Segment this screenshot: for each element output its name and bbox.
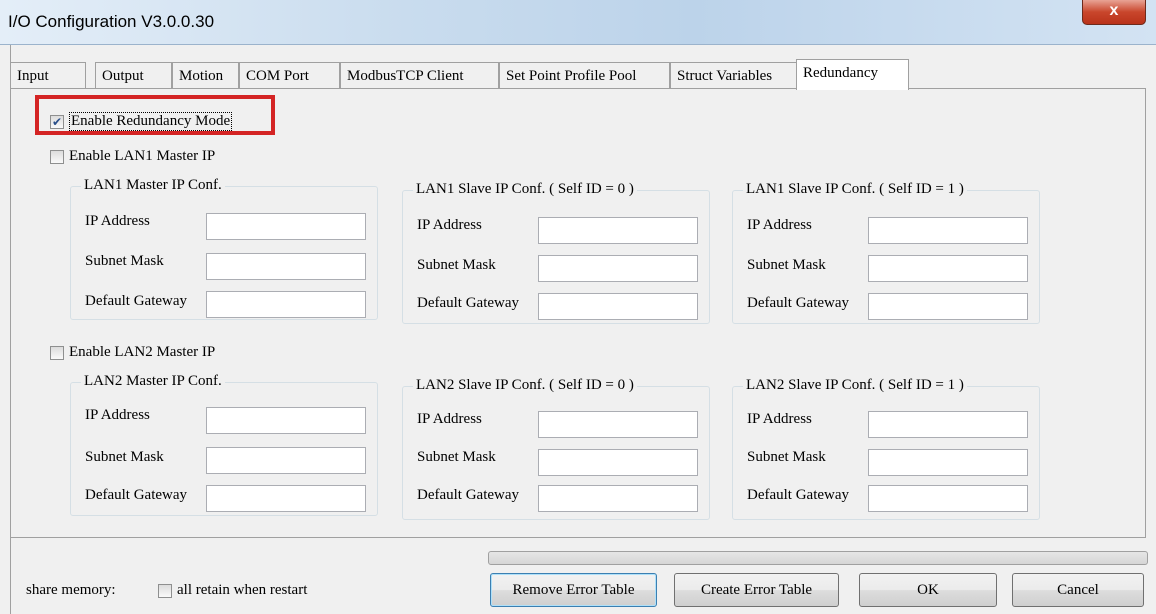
cancel-button[interactable]: Cancel (1012, 573, 1144, 607)
group-title: LAN1 Slave IP Conf. ( Self ID = 1 ) (743, 181, 967, 198)
tab-input[interactable]: Input (10, 62, 86, 88)
lan2-slave-id0-group: LAN2 Slave IP Conf. ( Self ID = 0 ) IP A… (402, 377, 710, 520)
lan1-slave1-default-gateway-input[interactable] (868, 293, 1028, 320)
lan1-slave0-subnet-mask-input[interactable] (538, 255, 698, 282)
lan2-slave-id1-group: LAN2 Slave IP Conf. ( Self ID = 1 ) IP A… (732, 377, 1040, 520)
subnet-mask-label: Subnet Mask (85, 449, 164, 465)
subnet-mask-label: Subnet Mask (747, 449, 826, 465)
lan2-slave0-default-gateway-input[interactable] (538, 485, 698, 512)
ip-address-label: IP Address (417, 411, 482, 427)
tab-label: Struct Variables (677, 68, 773, 84)
tab-label: Input (17, 68, 49, 84)
lan2-master-subnet-mask-input[interactable] (206, 447, 366, 474)
ip-address-label: IP Address (417, 217, 482, 233)
default-gateway-label: Default Gateway (747, 487, 850, 503)
tab-output[interactable]: Output (95, 62, 172, 88)
subnet-mask-label: Subnet Mask (747, 257, 826, 273)
checkbox-box (50, 149, 64, 164)
lan2-master-default-gateway-input[interactable] (206, 485, 366, 512)
ip-address-label: IP Address (747, 411, 812, 427)
tab-modbustcp-client[interactable]: ModbusTCP Client (340, 62, 499, 88)
ip-address-label: IP Address (85, 213, 150, 229)
lan1-slave1-subnet-mask-input[interactable] (868, 255, 1028, 282)
checkbox-label: Enable LAN1 Master IP (69, 148, 216, 164)
lan1-slave-id1-group: LAN1 Slave IP Conf. ( Self ID = 1 ) IP A… (732, 181, 1040, 324)
lan2-slave1-default-gateway-input[interactable] (868, 485, 1028, 512)
checkbox-label: Enable LAN2 Master IP (69, 344, 216, 360)
lan1-master-ip-address-input[interactable] (206, 213, 366, 240)
all-retain-checkbox[interactable]: all retain when restart (158, 582, 307, 599)
lan1-master-subnet-mask-input[interactable] (206, 253, 366, 280)
remove-error-table-button[interactable]: Remove Error Table (490, 573, 657, 607)
checkbox-box: ✔ (50, 114, 64, 129)
close-icon: x (1109, 2, 1119, 19)
ok-button[interactable]: OK (859, 573, 997, 607)
window-title: I/O Configuration V3.0.0.30 (8, 12, 215, 31)
lan1-slave0-ip-address-input[interactable] (538, 217, 698, 244)
group-title: LAN1 Slave IP Conf. ( Self ID = 0 ) (413, 181, 637, 198)
tab-label: Motion (179, 68, 224, 84)
lan2-slave0-ip-address-input[interactable] (538, 411, 698, 438)
button-label: OK (917, 582, 939, 598)
enable-lan2-master-ip-checkbox[interactable]: Enable LAN2 Master IP (50, 344, 215, 361)
group-title: LAN1 Master IP Conf. (81, 177, 225, 194)
tab-com-port[interactable]: COM Port (239, 62, 340, 88)
subnet-mask-label: Subnet Mask (417, 257, 496, 273)
checkbox-label: all retain when restart (177, 582, 308, 598)
group-title: LAN2 Slave IP Conf. ( Self ID = 1 ) (743, 377, 967, 394)
lan1-master-default-gateway-input[interactable] (206, 291, 366, 318)
default-gateway-label: Default Gateway (417, 487, 520, 503)
create-error-table-button[interactable]: Create Error Table (674, 573, 839, 607)
button-label: Remove Error Table (512, 582, 635, 598)
lan1-slave1-ip-address-input[interactable] (868, 217, 1028, 244)
subnet-mask-label: Subnet Mask (85, 253, 164, 269)
ip-address-label: IP Address (747, 217, 812, 233)
group-title: LAN2 Slave IP Conf. ( Self ID = 0 ) (413, 377, 637, 394)
button-label: Create Error Table (700, 582, 813, 598)
button-label: Cancel (1057, 582, 1099, 598)
subnet-mask-label: Subnet Mask (417, 449, 496, 465)
checkbox-label: Enable Redundancy Mode (69, 112, 233, 131)
checkbox-box (50, 345, 64, 360)
lan2-slave0-subnet-mask-input[interactable] (538, 449, 698, 476)
default-gateway-label: Default Gateway (85, 487, 188, 503)
lan2-slave1-ip-address-input[interactable] (868, 411, 1028, 438)
tab-label: Output (102, 68, 144, 84)
lan2-slave1-subnet-mask-input[interactable] (868, 449, 1028, 476)
default-gateway-label: Default Gateway (417, 295, 520, 311)
lan2-master-ip-address-input[interactable] (206, 407, 366, 434)
checkmark-icon: ✔ (51, 114, 63, 129)
enable-redundancy-mode-checkbox[interactable]: ✔ Enable Redundancy Mode (50, 112, 233, 131)
group-title: LAN2 Master IP Conf. (81, 373, 225, 390)
enable-lan1-master-ip-checkbox[interactable]: Enable LAN1 Master IP (50, 148, 215, 165)
tab-redundancy[interactable]: Redundancy (796, 59, 909, 90)
lan1-master-ip-group: LAN1 Master IP Conf. IP Address Subnet M… (70, 177, 378, 320)
tab-label: Set Point Profile Pool (506, 68, 637, 84)
tab-label: COM Port (246, 68, 309, 84)
tab-label: ModbusTCP Client (347, 68, 464, 84)
ip-address-label: IP Address (85, 407, 150, 423)
share-memory-label: share memory: (26, 582, 116, 598)
window-title-bar: I/O Configuration V3.0.0.30 x (0, 0, 1156, 45)
lan1-slave0-default-gateway-input[interactable] (538, 293, 698, 320)
tab-label: Redundancy (803, 65, 878, 81)
progress-bar (488, 551, 1148, 565)
checkbox-box (158, 583, 172, 598)
tab-motion[interactable]: Motion (172, 62, 239, 88)
default-gateway-label: Default Gateway (747, 295, 850, 311)
lan2-master-ip-group: LAN2 Master IP Conf. IP Address Subnet M… (70, 373, 378, 516)
close-button[interactable]: x (1082, 0, 1146, 25)
tab-set-point-profile-pool[interactable]: Set Point Profile Pool (499, 62, 670, 88)
tab-struct-variables[interactable]: Struct Variables (670, 62, 798, 88)
default-gateway-label: Default Gateway (85, 293, 188, 309)
lan1-slave-id0-group: LAN1 Slave IP Conf. ( Self ID = 0 ) IP A… (402, 181, 710, 324)
